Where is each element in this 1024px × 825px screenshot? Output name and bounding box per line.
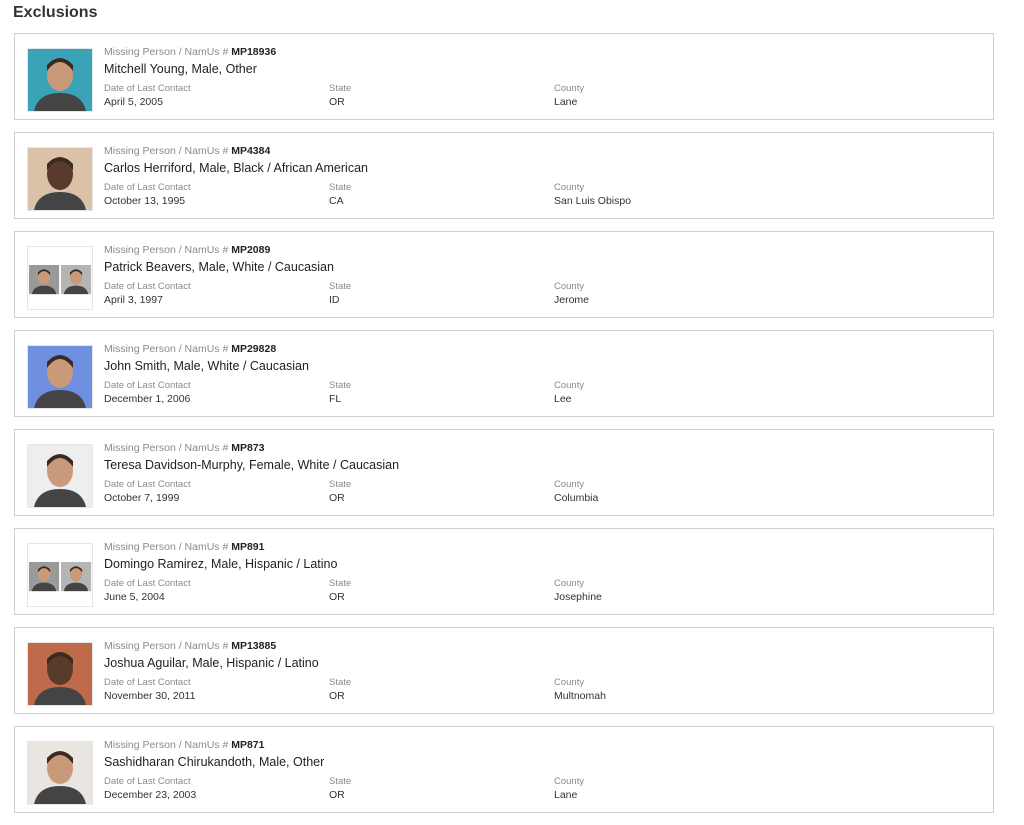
person-name[interactable]: Teresa Davidson-Murphy, Female, White / …: [104, 458, 399, 472]
photo-image: [28, 445, 92, 507]
case-number: MP891: [231, 541, 265, 553]
date-label: Date of Last Contact: [104, 281, 191, 292]
photo-image: [28, 346, 92, 408]
person-name[interactable]: Sashidharan Chirukandoth, Male, Other: [104, 755, 324, 769]
record-category: Missing Person / NamUs # MP891: [104, 541, 265, 553]
case-number: MP2089: [231, 244, 271, 256]
date-label: Date of Last Contact: [104, 776, 191, 787]
person-photo[interactable]: [27, 345, 93, 409]
photo-image: [28, 643, 92, 705]
record-category: Missing Person / NamUs # MP873: [104, 442, 265, 454]
state-label: State: [329, 578, 352, 589]
county-label: County: [554, 677, 585, 688]
person-photo[interactable]: [27, 444, 93, 508]
state-value: OR: [329, 789, 345, 801]
date-label: Date of Last Contact: [104, 83, 191, 94]
person-name[interactable]: John Smith, Male, White / Caucasian: [104, 359, 309, 373]
state-value: FL: [329, 393, 342, 405]
photo-image: [28, 49, 92, 111]
county-label: County: [554, 776, 585, 787]
person-name[interactable]: Joshua Aguilar, Male, Hispanic / Latino: [104, 656, 319, 670]
case-number: MP871: [231, 739, 265, 751]
date-label: Date of Last Contact: [104, 677, 191, 688]
county-value: Jerome: [554, 294, 590, 306]
state-label: State: [329, 380, 352, 391]
case-number: MP873: [231, 442, 265, 454]
case-number: MP18936: [231, 46, 277, 58]
date-value: December 23, 2003: [104, 789, 197, 801]
date-value: October 7, 1999: [104, 492, 180, 504]
state-label: State: [329, 83, 352, 94]
person-photo[interactable]: [27, 543, 93, 607]
record-card[interactable]: Missing Person / NamUs # MP891 Domingo R…: [14, 528, 994, 615]
case-number: MP29828: [231, 343, 277, 355]
date-value: December 1, 2006: [104, 393, 191, 405]
county-label: County: [554, 380, 585, 391]
date-label: Date of Last Contact: [104, 182, 191, 193]
person-name[interactable]: Mitchell Young, Male, Other: [104, 62, 257, 76]
person-photo[interactable]: [27, 642, 93, 706]
state-value: ID: [329, 294, 340, 306]
county-label: County: [554, 182, 585, 193]
county-value: Lee: [554, 393, 572, 405]
county-label: County: [554, 479, 585, 490]
county-label: County: [554, 83, 585, 94]
record-card[interactable]: Missing Person / NamUs # MP2089 Patrick …: [14, 231, 994, 318]
person-photo[interactable]: [27, 741, 93, 805]
state-value: OR: [329, 492, 345, 504]
county-value: Josephine: [554, 591, 602, 603]
photo-image: [28, 247, 92, 309]
county-value: Columbia: [554, 492, 599, 504]
state-label: State: [329, 776, 352, 787]
state-value: OR: [329, 96, 345, 108]
photo-image: [28, 148, 92, 210]
date-value: October 13, 1995: [104, 195, 186, 207]
date-value: April 3, 1997: [104, 294, 163, 306]
record-card[interactable]: Missing Person / NamUs # MP29828 John Sm…: [14, 330, 994, 417]
person-name[interactable]: Patrick Beavers, Male, White / Caucasian: [104, 260, 334, 274]
person-name[interactable]: Carlos Herriford, Male, Black / African …: [104, 161, 368, 175]
record-card[interactable]: Missing Person / NamUs # MP4384 Carlos H…: [14, 132, 994, 219]
person-photo[interactable]: [27, 147, 93, 211]
record-card[interactable]: Missing Person / NamUs # MP18936 Mitchel…: [14, 33, 994, 120]
date-value: April 5, 2005: [104, 96, 163, 108]
page-title: Exclusions: [13, 4, 98, 21]
record-category: Missing Person / NamUs # MP18936: [104, 46, 277, 58]
record-category: Missing Person / NamUs # MP2089: [104, 244, 271, 256]
county-label: County: [554, 578, 585, 589]
state-label: State: [329, 677, 352, 688]
record-category: Missing Person / NamUs # MP871: [104, 739, 265, 751]
county-value: San Luis Obispo: [554, 195, 632, 207]
date-label: Date of Last Contact: [104, 479, 191, 490]
county-label: County: [554, 281, 585, 292]
state-label: State: [329, 281, 352, 292]
case-number: MP13885: [231, 640, 277, 652]
state-value: CA: [329, 195, 344, 207]
record-category: Missing Person / NamUs # MP29828: [104, 343, 277, 355]
date-label: Date of Last Contact: [104, 578, 191, 589]
exclusions-list: Missing Person / NamUs # MP18936 Mitchel…: [14, 33, 994, 825]
state-label: State: [329, 182, 352, 193]
state-label: State: [329, 479, 352, 490]
county-value: Lane: [554, 96, 578, 108]
county-value: Lane: [554, 789, 578, 801]
record-card[interactable]: Missing Person / NamUs # MP873 Teresa Da…: [14, 429, 994, 516]
date-value: November 30, 2011: [104, 690, 196, 702]
county-value: Multnomah: [554, 690, 606, 702]
date-value: June 5, 2004: [104, 591, 165, 603]
state-value: OR: [329, 591, 345, 603]
date-label: Date of Last Contact: [104, 380, 191, 391]
person-name[interactable]: Domingo Ramirez, Male, Hispanic / Latino: [104, 557, 337, 571]
record-category: Missing Person / NamUs # MP13885: [104, 640, 277, 652]
state-value: OR: [329, 690, 345, 702]
record-card[interactable]: Missing Person / NamUs # MP871 Sashidhar…: [14, 726, 994, 813]
photo-image: [28, 544, 92, 606]
case-number: MP4384: [231, 145, 271, 157]
record-category: Missing Person / NamUs # MP4384: [104, 145, 271, 157]
person-photo[interactable]: [27, 246, 93, 310]
person-photo[interactable]: [27, 48, 93, 112]
record-card[interactable]: Missing Person / NamUs # MP13885 Joshua …: [14, 627, 994, 714]
photo-image: [28, 742, 92, 804]
